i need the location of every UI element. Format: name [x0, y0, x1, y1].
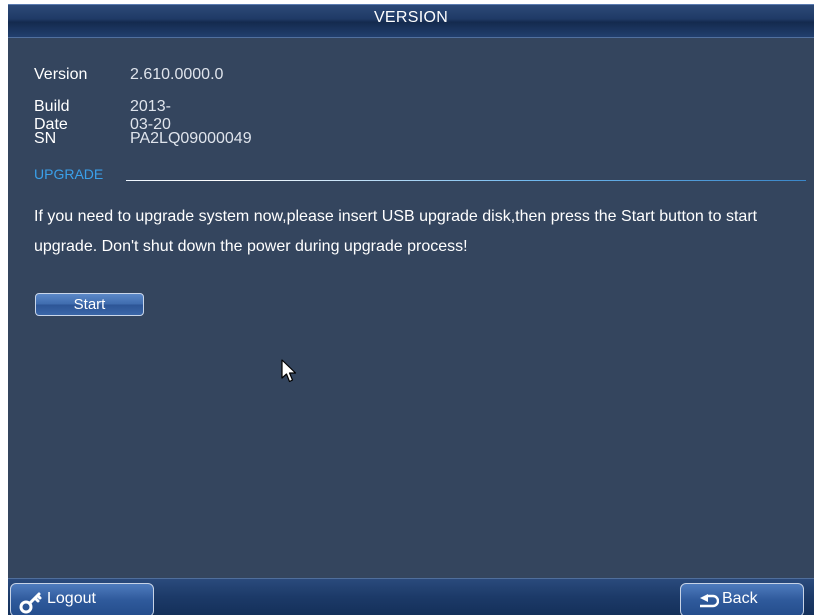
version-window: VERSION Version 2.610.0000.0 Build Date … — [8, 4, 814, 615]
logout-label: Logout — [47, 590, 96, 607]
mouse-pointer-icon — [281, 359, 297, 383]
sn-label: SN — [34, 130, 57, 147]
key-icon — [19, 592, 42, 614]
logout-button[interactable]: Logout — [10, 583, 154, 615]
build-date-value: 2013-03-20 — [130, 98, 171, 133]
upgrade-section-title: UPGRADE — [34, 166, 104, 182]
back-arrow-icon — [700, 594, 719, 608]
build-date-label: Build Date — [34, 98, 70, 133]
back-label: Back — [722, 590, 758, 607]
sn-value: PA2LQ09000049 — [130, 130, 252, 147]
title-bar: VERSION — [8, 4, 814, 38]
upgrade-instructions: If you need to upgrade system now,please… — [34, 208, 758, 255]
back-button[interactable]: Back — [680, 583, 804, 615]
bottom-bar: Logout Back — [8, 578, 814, 615]
start-upgrade-button[interactable]: Start — [35, 293, 144, 316]
window-title: VERSION — [373, 9, 449, 26]
version-value: 2.610.0000.0 — [130, 66, 224, 83]
section-divider — [126, 180, 806, 181]
version-label: Version — [34, 66, 88, 83]
